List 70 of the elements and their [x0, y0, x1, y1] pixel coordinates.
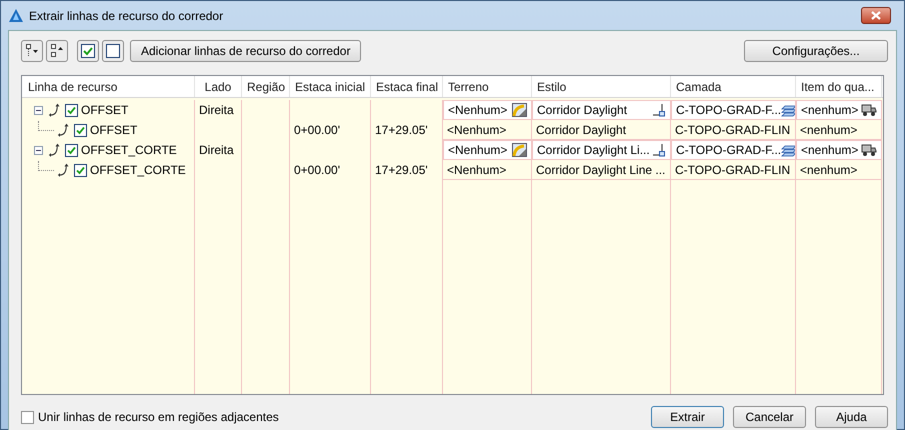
- column-header[interactable]: Região: [242, 76, 290, 97]
- surface-text: <Nenhum>: [448, 102, 508, 119]
- feature-line-name: OFFSET_CORTE: [90, 162, 186, 179]
- feature-line-icon: [57, 123, 71, 137]
- surface-text: <Nenhum>: [447, 162, 506, 178]
- surface-text: <Nenhum>: [448, 142, 508, 159]
- collapse-toggle[interactable]: [34, 146, 43, 154]
- pay-item-text: <nenhum>: [801, 102, 858, 119]
- app-logo-icon: [8, 8, 24, 24]
- settings-button[interactable]: Configurações...: [744, 40, 888, 62]
- pay-item-text: <nenhum>: [800, 162, 858, 178]
- add-feature-lines-button[interactable]: Adicionar linhas de recurso do corredor: [130, 40, 362, 62]
- close-button[interactable]: [861, 7, 891, 24]
- column-header[interactable]: Camada: [671, 76, 796, 97]
- feature-line-name: OFFSET_CORTE: [81, 142, 177, 159]
- pay-item-text: <nenhum>: [801, 142, 858, 159]
- dump-truck-icon[interactable]: [861, 143, 877, 157]
- checkbox[interactable]: [65, 104, 78, 116]
- layers-icon[interactable]: [781, 103, 795, 117]
- merge-option-label: Unir linhas de recurso em regiões adjacentes: [38, 409, 279, 426]
- surface-icon[interactable]: [512, 143, 527, 157]
- layers-icon[interactable]: [781, 143, 795, 157]
- surface-icon[interactable]: [512, 103, 527, 117]
- feature-line-icon: [57, 163, 71, 177]
- layer-text: C-TOPO-GRAD-FLIN: [675, 122, 790, 138]
- layer-text: C-TOPO-GRAD-F...: [676, 142, 782, 159]
- check-all-button[interactable]: [77, 40, 99, 62]
- dump-truck-icon[interactable]: [861, 103, 877, 117]
- collapse-all-button[interactable]: [46, 40, 68, 62]
- dialog-button[interactable]: Ajuda: [815, 406, 888, 428]
- layer-text: C-TOPO-GRAD-F...: [676, 102, 782, 119]
- column-header[interactable]: Terreno: [443, 76, 532, 97]
- column-header[interactable]: Lado: [195, 76, 242, 97]
- style-text: Corridor Daylight: [536, 122, 626, 138]
- surface-text: <Nenhum>: [447, 122, 506, 138]
- side-text: Direita: [199, 142, 234, 159]
- checkbox[interactable]: [65, 144, 78, 156]
- expand-all-button[interactable]: [21, 40, 43, 62]
- start-station-text: 0+00.00': [294, 162, 340, 179]
- feature-line-icon: [48, 143, 62, 157]
- style-icon[interactable]: [652, 143, 666, 157]
- style-text: Corridor Daylight Line ...: [536, 162, 666, 178]
- merge-checkbox[interactable]: [21, 410, 34, 424]
- column-header[interactable]: Estaca inicial: [290, 76, 371, 97]
- expand-tree-icon: [25, 44, 39, 58]
- dialog-button[interactable]: Extrair: [651, 406, 724, 428]
- end-station-text: 17+29.05': [375, 122, 428, 139]
- collapse-tree-icon: [50, 44, 64, 58]
- checkbox[interactable]: [74, 124, 87, 136]
- start-station-text: 0+00.00': [294, 122, 340, 139]
- style-text: Corridor Daylight Li...: [537, 142, 650, 159]
- checkbox[interactable]: [74, 164, 87, 176]
- style-text: Corridor Daylight: [537, 102, 628, 119]
- layer-text: C-TOPO-GRAD-FLIN: [675, 162, 790, 178]
- feature-line-name: OFFSET: [81, 102, 128, 119]
- pay-item-text: <nenhum>: [800, 122, 858, 138]
- end-station-text: 17+29.05': [375, 162, 428, 179]
- feature-line-name: OFFSET: [90, 122, 138, 139]
- uncheck-all-button[interactable]: [102, 40, 124, 62]
- column-header[interactable]: Estilo: [532, 76, 671, 97]
- collapse-toggle[interactable]: [34, 106, 43, 114]
- feature-line-icon: [48, 103, 62, 117]
- window-title: Extrair linhas de recurso do corredor: [29, 8, 224, 24]
- column-header[interactable]: Estaca final: [371, 76, 443, 97]
- close-icon: [871, 11, 881, 20]
- column-header[interactable]: Linha de recurso: [22, 76, 195, 97]
- column-header[interactable]: Item do qua...: [796, 76, 882, 97]
- side-text: Direita: [199, 102, 234, 119]
- style-icon[interactable]: [652, 103, 666, 117]
- dialog-button[interactable]: Cancelar: [733, 406, 806, 428]
